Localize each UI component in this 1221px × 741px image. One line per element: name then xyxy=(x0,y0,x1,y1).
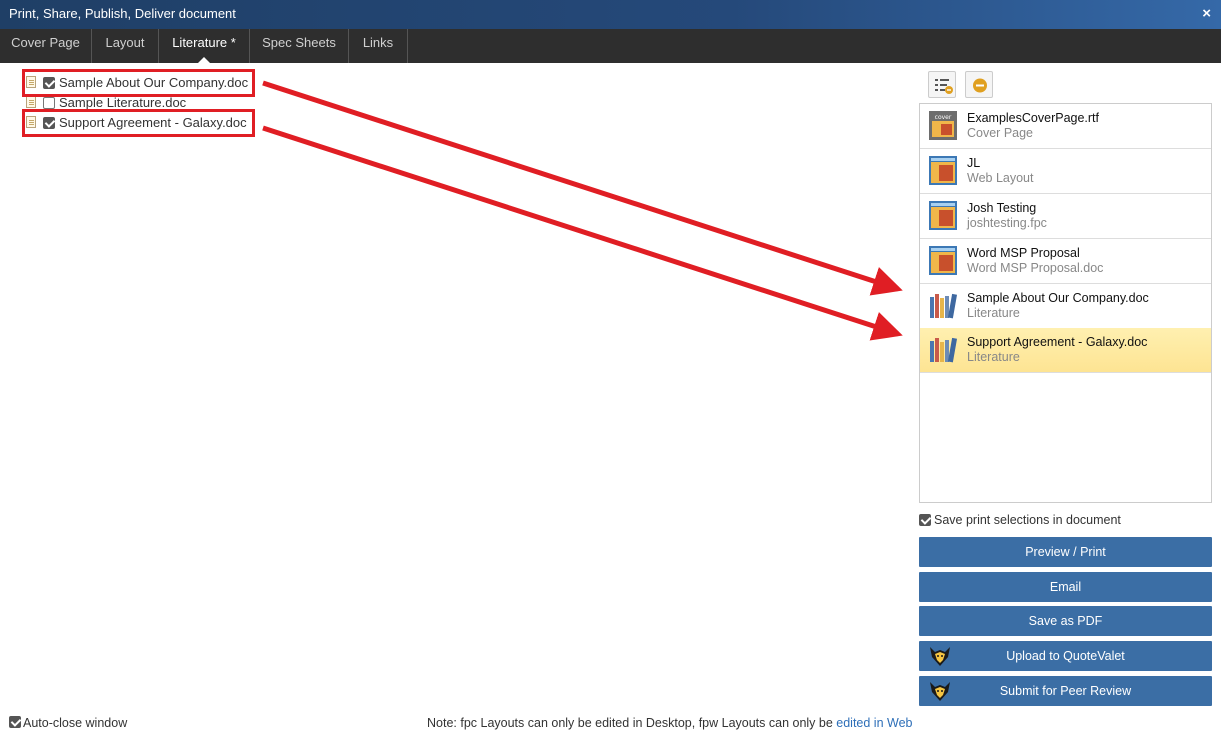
submit-peer-review-label: Submit for Peer Review xyxy=(999,684,1132,698)
list-item-title: Sample About Our Company.doc xyxy=(967,291,1149,305)
list-item-subtitle: Literature xyxy=(967,350,1020,364)
list-item-subtitle: Web Layout xyxy=(967,171,1034,185)
arrow-2 xyxy=(262,125,903,341)
quotevalet-wolf-icon xyxy=(930,647,950,666)
preview-print-button[interactable]: Preview / Print xyxy=(919,537,1212,567)
footer-note: Note: fpc Layouts can only be edited in … xyxy=(427,716,913,730)
save-selections-checkbox[interactable] xyxy=(919,514,931,526)
layout-icon xyxy=(929,156,957,185)
list-item-title: Josh Testing xyxy=(967,201,1037,215)
quotevalet-wolf-icon xyxy=(930,682,950,701)
list-item-selected[interactable]: Support Agreement - Galaxy.doc Literatur… xyxy=(920,328,1211,373)
list-item[interactable]: Word MSP Proposal Word MSP Proposal.doc xyxy=(920,239,1211,284)
auto-close-label: Auto-close window xyxy=(23,716,128,730)
remove-icon[interactable] xyxy=(965,71,993,98)
auto-close-checkbox[interactable] xyxy=(9,716,21,728)
edited-in-web-link[interactable]: edited in Web xyxy=(836,716,912,730)
list-item[interactable]: Josh Testing joshtesting.fpc xyxy=(920,194,1211,239)
submit-peer-review-button[interactable]: Submit for Peer Review xyxy=(919,676,1212,706)
list-item-subtitle: Cover Page xyxy=(967,126,1034,140)
list-item[interactable]: Sample About Our Company.doc Literature xyxy=(920,284,1211,329)
list-item[interactable]: cover ExamplesCoverPage.rtf Cover Page xyxy=(920,104,1211,149)
email-button[interactable]: Email xyxy=(919,572,1212,602)
layout-icon xyxy=(929,201,957,230)
list-item-subtitle: Word MSP Proposal.doc xyxy=(967,261,1104,275)
upload-quotevalet-label: Upload to QuoteValet xyxy=(1006,649,1125,663)
save-pdf-button[interactable]: Save as PDF xyxy=(919,606,1212,636)
literature-icon xyxy=(930,293,957,319)
list-item-title: JL xyxy=(967,156,981,170)
upload-quotevalet-button[interactable]: Upload to QuoteValet xyxy=(919,641,1212,671)
list-item-title: ExamplesCoverPage.rtf xyxy=(967,111,1100,125)
svg-text:cover: cover xyxy=(935,114,952,121)
save-selections-label: Save print selections in document xyxy=(934,513,1121,527)
list-item-title: Support Agreement - Galaxy.doc xyxy=(967,335,1148,349)
list-item-subtitle: joshtesting.fpc xyxy=(967,216,1047,230)
list-item-subtitle: Literature xyxy=(967,306,1020,320)
list-item-title: Word MSP Proposal xyxy=(967,246,1080,260)
cover-page-icon: cover xyxy=(929,111,957,140)
note-text: Note: fpc Layouts can only be edited in … xyxy=(427,716,837,730)
checklist-icon[interactable] xyxy=(928,71,956,98)
literature-icon xyxy=(930,337,957,363)
layout-icon xyxy=(929,246,957,275)
selection-list-panel: cover ExamplesCoverPage.rtf Cover Page J… xyxy=(919,103,1212,503)
list-item[interactable]: JL Web Layout xyxy=(920,149,1211,194)
arrow-1 xyxy=(262,80,903,296)
